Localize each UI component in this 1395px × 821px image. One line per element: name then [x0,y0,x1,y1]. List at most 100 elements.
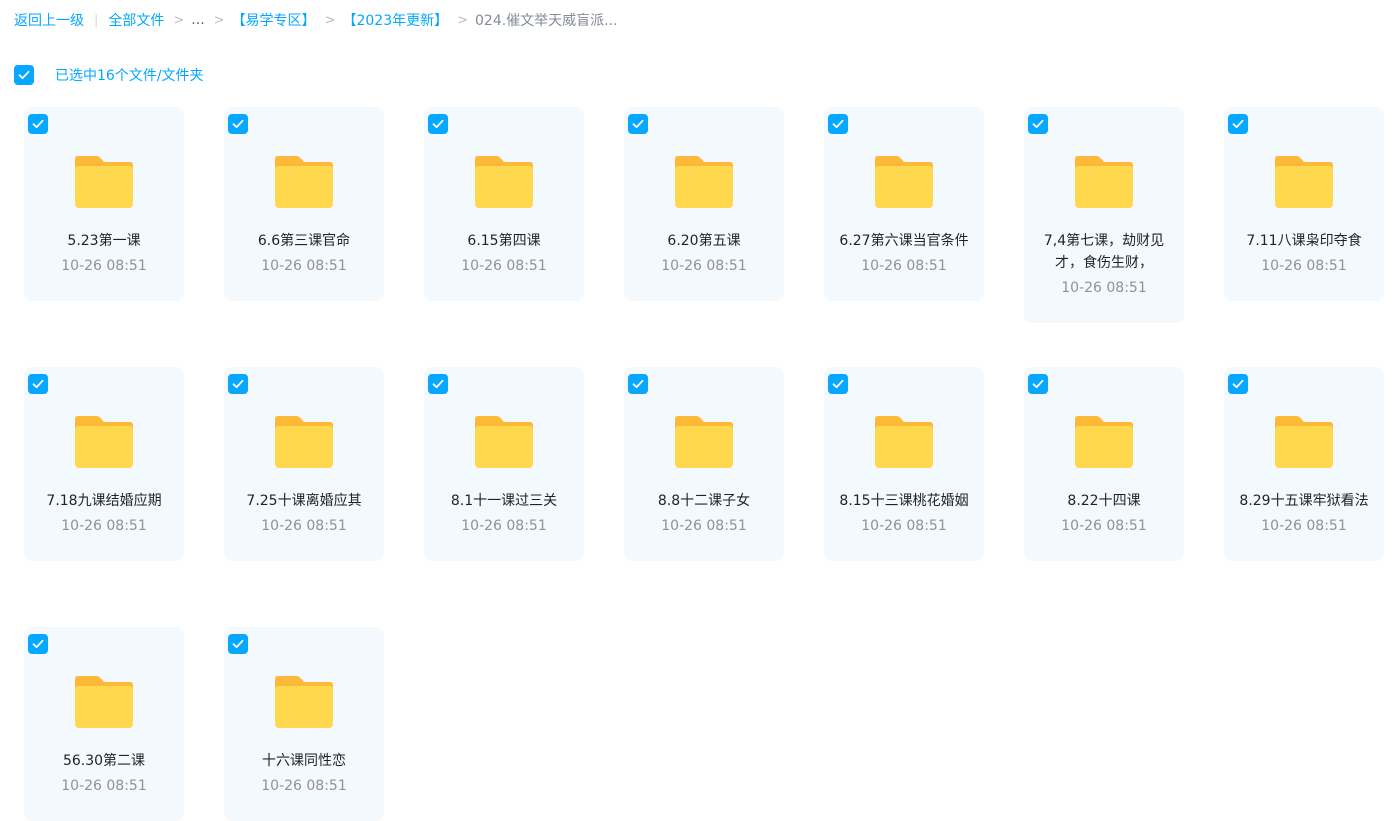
checkmark-icon [832,379,844,389]
checkmark-icon [232,379,244,389]
checkmark-icon [32,379,44,389]
checkmark-icon [232,119,244,129]
folder-name: 7.25十课离婚应其 [246,493,362,509]
file-grid: 5.23第一课 10-26 08:51 6.6第三课官命 10-26 08:51… [24,107,1395,821]
folder-card[interactable]: 56.30第二课 10-26 08:51 [24,627,184,821]
checkmark-icon [632,119,644,129]
checkmark-icon [1232,119,1244,129]
folder-icon [1075,156,1133,208]
all-files-link[interactable]: 全部文件 [108,10,164,30]
folder-checkbox[interactable] [228,634,248,654]
folder-checkbox[interactable] [828,114,848,134]
folder-card[interactable]: 8.1十一课过三关 10-26 08:51 [424,367,584,561]
folder-card[interactable]: 十六课同性恋 10-26 08:51 [224,627,384,821]
folder-card[interactable]: 7.18九课结婚应期 10-26 08:51 [24,367,184,561]
folder-card[interactable]: 7.11八课枭印夺食 10-26 08:51 [1224,107,1384,301]
folder-modified-time: 10-26 08:51 [461,258,547,274]
breadcrumb-current: 024.催文举天威盲派... [475,13,618,29]
folder-name: 6.15第四课 [467,233,541,249]
folder-checkbox[interactable] [628,374,648,394]
folder-checkbox[interactable] [28,634,48,654]
back-link[interactable]: 返回上一级 [14,10,84,30]
chevron-right-icon: > [457,12,469,28]
folder-modified-time: 10-26 08:51 [61,518,147,534]
folder-icon [275,416,333,468]
folder-modified-time: 10-26 08:51 [861,258,947,274]
folder-checkbox[interactable] [1028,114,1048,134]
folder-card[interactable]: 8.8十二课子女 10-26 08:51 [624,367,784,561]
folder-icon [275,156,333,208]
folder-name: 8.1十一课过三关 [450,493,558,509]
folder-icon [675,156,733,208]
folder-icon [475,416,533,468]
folder-icon [875,416,933,468]
folder-checkbox[interactable] [1028,374,1048,394]
folder-checkbox[interactable] [228,114,248,134]
folder-modified-time: 10-26 08:51 [1061,280,1147,296]
checkmark-icon [1232,379,1244,389]
folder-modified-time: 10-26 08:51 [661,258,747,274]
breadcrumb-divider: | [94,12,99,28]
folder-icon [1275,416,1333,468]
breadcrumb-ellipsis[interactable]: ... [191,12,204,28]
folder-name: 7,4第七课，劫财见才，食伤生财， [1043,233,1165,271]
folder-name: 十六课同性恋 [262,753,346,769]
folder-card[interactable]: 6.6第三课官命 10-26 08:51 [224,107,384,301]
folder-icon [675,416,733,468]
checkmark-icon [432,379,444,389]
folder-checkbox[interactable] [428,374,448,394]
folder-card[interactable]: 7,4第七课，劫财见才，食伤生财， 10-26 08:51 [1024,107,1184,323]
breadcrumb-2023-link[interactable]: 【2023年更新】 [342,10,448,30]
folder-modified-time: 10-26 08:51 [261,518,347,534]
folder-card[interactable]: 5.23第一课 10-26 08:51 [24,107,184,301]
folder-modified-time: 10-26 08:51 [61,778,147,794]
checkmark-icon [32,639,44,649]
folder-name: 8.22十四课 [1067,493,1141,509]
folder-name: 6.6第三课官命 [257,233,351,249]
selection-count-label: 已选中16个文件/文件夹 [55,68,204,84]
folder-name: 8.29十五课牢狱看法 [1239,493,1369,509]
folder-card[interactable]: 7.25十课离婚应其 10-26 08:51 [224,367,384,561]
folder-checkbox[interactable] [1228,374,1248,394]
checkmark-icon [18,70,30,80]
folder-modified-time: 10-26 08:51 [261,258,347,274]
folder-modified-time: 10-26 08:51 [1261,258,1347,274]
breadcrumb: 返回上一级 | 全部文件 > ... > 【易学专区】 > 【2023年更新】 … [14,10,618,30]
folder-modified-time: 10-26 08:51 [1061,518,1147,534]
select-all-checkbox[interactable] [14,65,34,85]
chevron-right-icon: > [213,12,225,28]
chevron-right-icon: > [324,12,336,28]
folder-card[interactable]: 8.22十四课 10-26 08:51 [1024,367,1184,561]
checkmark-icon [832,119,844,129]
folder-name: 6.27第六课当官条件 [839,233,969,249]
folder-checkbox[interactable] [628,114,648,134]
chevron-right-icon: > [173,12,185,28]
checkmark-icon [232,639,244,649]
folder-checkbox[interactable] [428,114,448,134]
folder-checkbox[interactable] [828,374,848,394]
folder-modified-time: 10-26 08:51 [261,778,347,794]
folder-icon [75,156,133,208]
folder-card[interactable]: 8.15十三课桃花婚姻 10-26 08:51 [824,367,984,561]
folder-modified-time: 10-26 08:51 [461,518,547,534]
breadcrumb-yixue-link[interactable]: 【易学专区】 [232,10,316,30]
folder-card[interactable]: 6.15第四课 10-26 08:51 [424,107,584,301]
checkmark-icon [32,119,44,129]
folder-icon [875,156,933,208]
folder-modified-time: 10-26 08:51 [661,518,747,534]
checkmark-icon [1032,379,1044,389]
folder-checkbox[interactable] [28,114,48,134]
folder-checkbox[interactable] [1228,114,1248,134]
folder-card[interactable]: 6.27第六课当官条件 10-26 08:51 [824,107,984,301]
folder-name: 6.20第五课 [667,233,741,249]
folder-name: 7.11八课枭印夺食 [1246,233,1362,249]
folder-card[interactable]: 6.20第五课 10-26 08:51 [624,107,784,301]
folder-icon [1275,156,1333,208]
folder-checkbox[interactable] [228,374,248,394]
folder-icon [475,156,533,208]
checkmark-icon [632,379,644,389]
folder-card[interactable]: 8.29十五课牢狱看法 10-26 08:51 [1224,367,1384,561]
folder-icon [1075,416,1133,468]
folder-icon [75,676,133,728]
folder-checkbox[interactable] [28,374,48,394]
